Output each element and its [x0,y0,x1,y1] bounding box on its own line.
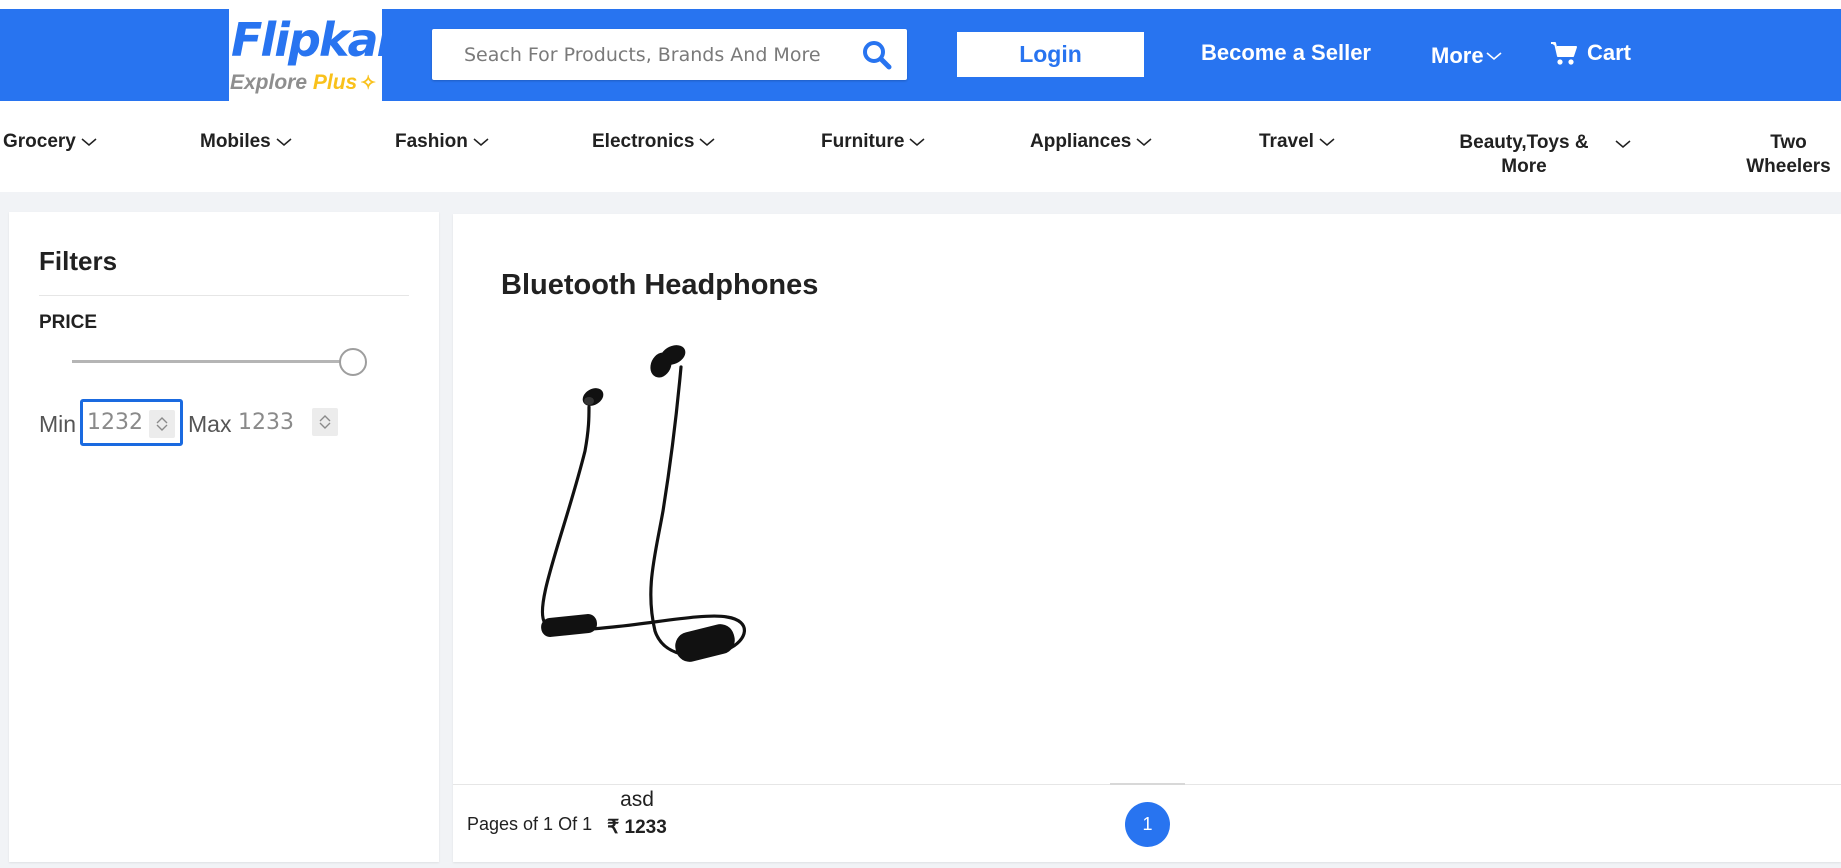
max-price-input[interactable]: 1233 [238,399,338,446]
login-button[interactable]: Login [957,32,1144,77]
chevron-up-icon [319,415,331,422]
chevron-down-icon [1615,140,1631,148]
category-fashion[interactable]: Fashion [395,131,489,153]
search-icon[interactable] [861,39,893,71]
divider [39,295,409,296]
page-button-current[interactable]: 1 [1125,802,1170,847]
filters-panel: Filters PRICE Min 1232 Max 1233 [9,212,439,862]
category-mobiles[interactable]: Mobiles [200,131,292,153]
page-title: Bluetooth Headphones [501,269,819,301]
category-label-line1: Beauty,Toys & [1459,132,1589,153]
chevron-down-icon [1486,52,1502,61]
category-label: Travel [1259,131,1314,152]
min-label: Min [39,411,77,437]
more-label: More [1431,43,1484,68]
cart-icon [1551,41,1577,65]
category-label: Electronics [592,131,695,152]
category-travel[interactable]: Travel [1259,131,1335,153]
flipkart-logo[interactable]: Flipkart Explore Plus ✧ [229,9,419,101]
more-menu[interactable]: More [1431,43,1502,69]
chevron-down-icon [473,138,489,146]
logo-tagline: Explore Plus ✧ [230,71,376,95]
category-label: Fashion [395,131,468,152]
pager-indicator [1110,783,1185,785]
chevron-down-icon [699,138,715,146]
header-bar: Flipkart Explore Plus✧ Login Become a Se… [0,9,1841,101]
max-price-stepper[interactable] [312,408,338,436]
category-bar: Grocery Mobiles Fashion Electronics Furn… [0,101,1841,192]
category-appliances[interactable]: Appliances [1030,131,1152,153]
min-price-input[interactable]: 1232 [80,399,183,446]
search-box [432,29,907,80]
sparkle-icon: ✧ [360,73,377,94]
chevron-down-icon [156,424,168,431]
category-label: Furniture [821,131,905,152]
cart-label: Cart [1587,40,1632,65]
chevron-down-icon [319,422,331,429]
price-filter-label: PRICE [39,312,98,333]
product-image[interactable] [505,331,769,666]
chevron-down-icon [81,138,97,146]
chevron-down-icon [909,138,925,146]
search-input[interactable] [432,29,852,80]
category-grocery[interactable]: Grocery [3,131,97,153]
category-label: Mobiles [200,131,271,152]
logo-tagline-plus: Plus [312,71,358,94]
become-seller-link[interactable]: Become a Seller [1201,40,1371,66]
category-furniture[interactable]: Furniture [821,131,925,153]
filters-title: Filters [39,246,118,276]
max-label: Max [188,411,232,437]
min-price-value: 1232 [87,410,143,435]
top-strip [0,0,1841,9]
logo-tagline-explore: Explore [230,71,308,94]
pagination-summary: Pages of 1 Of 1 [467,814,593,834]
category-label-line2: Wheelers [1746,156,1831,177]
chevron-up-icon [156,417,168,424]
product-name[interactable]: asd [505,788,769,812]
price-slider-handle[interactable] [339,348,367,376]
category-label: Appliances [1030,131,1132,152]
category-label: Grocery [3,131,76,152]
category-two-wheelers[interactable]: Two Wheelers [1736,131,1841,179]
category-label-line1: Two [1770,132,1807,153]
chevron-down-icon [1319,138,1335,146]
max-price-value: 1233 [238,410,294,435]
category-beauty-toys-more[interactable]: Beauty,Toys & More [1446,131,1602,179]
cart-link[interactable]: Cart [1550,40,1631,66]
category-electronics[interactable]: Electronics [592,131,715,153]
category-label-line2: More [1501,156,1547,177]
min-price-stepper[interactable] [149,410,175,438]
chevron-down-icon [276,138,292,146]
price-slider-track[interactable] [72,360,362,363]
logo-wordmark: Flipkart [231,13,419,67]
product-listing: Bluetooth Headphones asd ₹ 1233 Pages of… [453,214,1841,862]
chevron-down-icon [1136,138,1152,146]
